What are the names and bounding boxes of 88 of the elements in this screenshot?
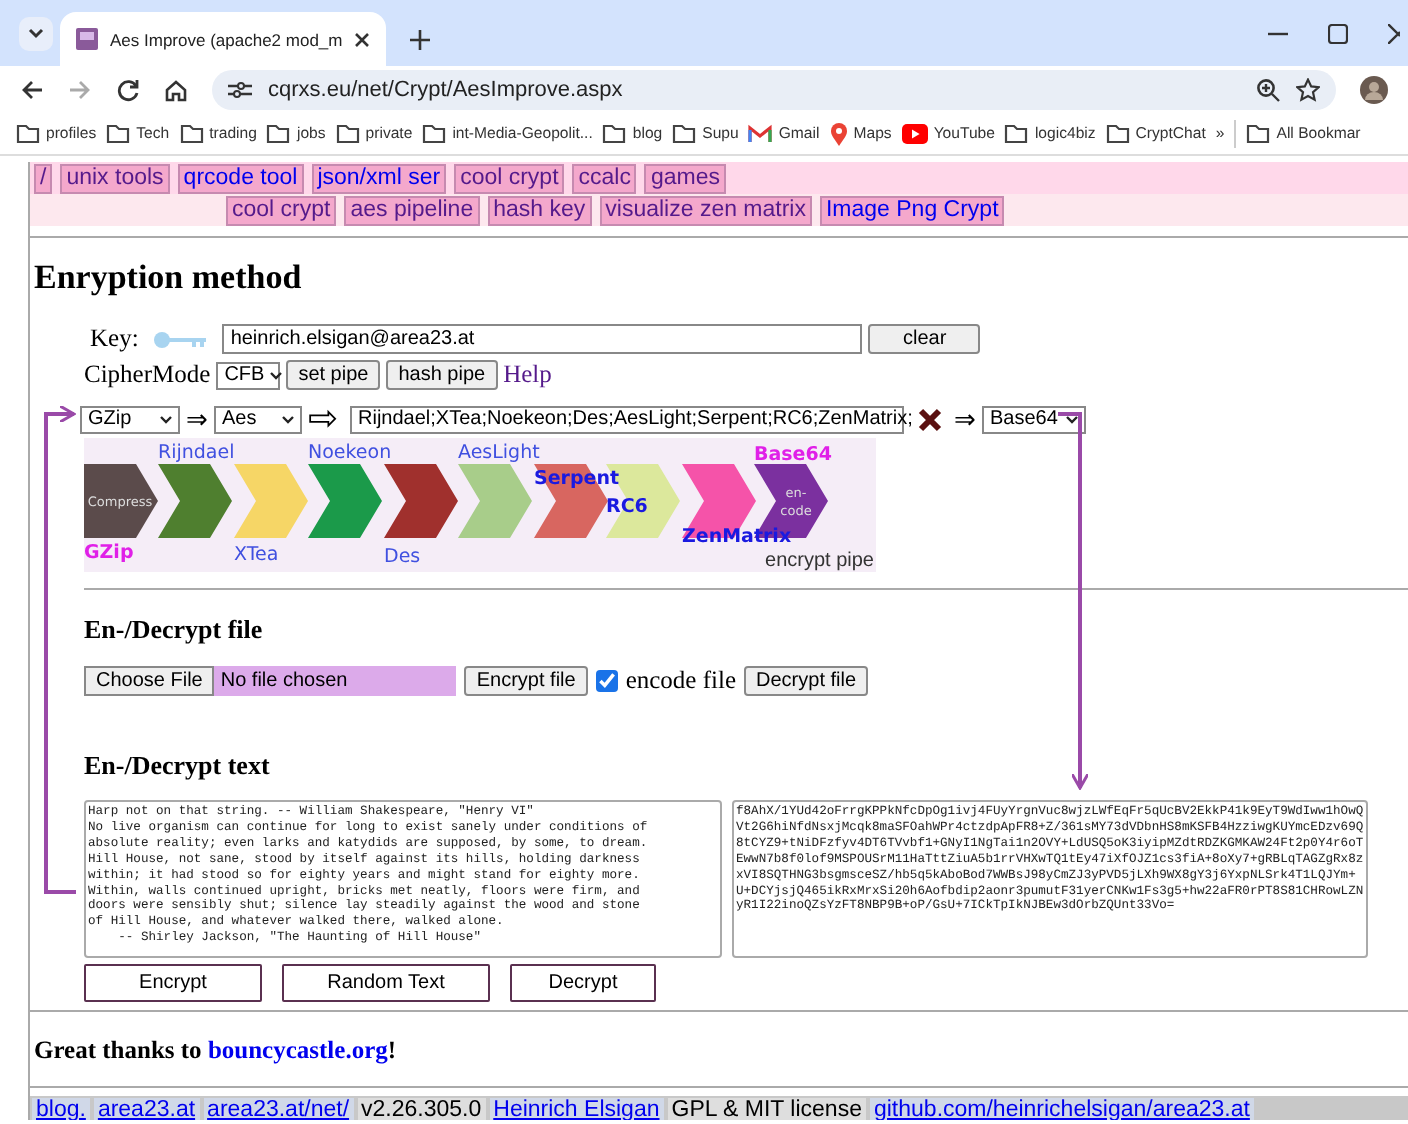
folder-icon [335, 122, 360, 144]
zoom-icon[interactable] [1256, 77, 1280, 101]
folder-icon [1004, 122, 1029, 144]
footer-text: v2.26.305.0 [357, 1098, 486, 1120]
nav-link[interactable]: hash key [487, 195, 592, 225]
nav-link[interactable]: Image Png Crypt [819, 195, 1005, 225]
folder-icon [179, 122, 204, 144]
home-icon[interactable] [164, 77, 188, 101]
stage-label: Noekeon [308, 442, 392, 464]
key-label: Key: [90, 324, 139, 354]
footer-link[interactable]: area23.at/net/ [203, 1098, 354, 1120]
folder-icon [1105, 122, 1130, 144]
bookmark-star-icon[interactable] [1296, 77, 1320, 101]
folder-icon [266, 122, 291, 144]
ciphermode-label: CipherMode [84, 360, 211, 390]
folder-icon [16, 122, 40, 144]
url-text: cqrxs.eu/net/Crypt/AesImprove.aspx [268, 77, 625, 101]
nav-link[interactable]: unix tools [60, 163, 170, 193]
stage-label: Rijndael [158, 442, 235, 464]
output-select[interactable]: Base64 [982, 405, 1086, 433]
remove-icon[interactable] [918, 407, 942, 431]
footer-text: GPL & MIT license [667, 1098, 866, 1120]
encode-file-label: encode file [625, 666, 737, 696]
stage-label: GZip [84, 542, 134, 564]
decrypt-button[interactable]: Decrypt [510, 964, 656, 1002]
tab-title: Aes Improve (apache2 mod_m [110, 29, 343, 49]
key-icon [152, 329, 209, 349]
random-text-button[interactable]: Random Text [282, 964, 490, 1002]
site-settings-icon [228, 79, 252, 99]
file-status: No file chosen [214, 666, 457, 696]
section-heading: Enryption method [34, 258, 304, 298]
nav-link[interactable]: cool crypt [454, 163, 565, 193]
nav-link[interactable]: cool crypt [226, 195, 337, 225]
nav-link[interactable]: qrcode tool [177, 163, 304, 193]
nav-link[interactable]: ccalc [572, 163, 637, 193]
caret-icon [282, 415, 294, 423]
ciphermode-select[interactable]: CFB [216, 361, 281, 389]
tab-list-icon[interactable] [18, 16, 54, 52]
nav-link[interactable]: visualize zen matrix [599, 195, 812, 225]
avatar-icon[interactable] [1360, 75, 1388, 103]
encrypt-button[interactable]: Encrypt [84, 964, 262, 1002]
mail-icon [748, 123, 773, 143]
arrow-symbol: ⇒ [186, 404, 208, 434]
footer-link[interactable]: area23.at [93, 1098, 200, 1120]
folder-icon [422, 122, 447, 144]
section-heading: En-/Decrypt file [84, 614, 265, 646]
bouncycastle-link[interactable]: bouncycastle.org [207, 1036, 388, 1064]
new-tab-icon[interactable] [410, 30, 431, 50]
nav-link[interactable]: aes pipeline [344, 195, 480, 225]
stage-label: Base64 [754, 444, 832, 466]
key-input[interactable]: heinrich.elsigan@area23.at [222, 324, 863, 354]
caret-icon [1066, 415, 1078, 423]
section-heading: En-/Decrypt text [84, 750, 272, 782]
stage-label: XTea [234, 544, 279, 566]
stage-label: Des [384, 546, 421, 568]
reload-icon[interactable] [116, 77, 140, 101]
folder-icon [602, 122, 627, 144]
map-pin-icon [829, 121, 848, 145]
nav-link[interactable]: games [644, 163, 727, 193]
folder-icon [106, 122, 131, 144]
input-select[interactable]: GZip [80, 405, 180, 433]
arrow-symbol: ⇨ [308, 404, 338, 434]
help-link[interactable]: Help [503, 360, 552, 390]
address-bar[interactable]: cqrxs.eu/net/Crypt/AesImprove.aspx [212, 69, 1336, 109]
caret-icon [270, 371, 283, 379]
clear-button[interactable]: clear [868, 324, 981, 354]
choose-file-button[interactable]: Choose File [84, 666, 215, 696]
encode-checkbox[interactable] [595, 670, 618, 692]
thanks-text: Great thanks to bouncycastle.org! [34, 1036, 399, 1068]
folder-icon [1246, 122, 1271, 144]
back-icon[interactable] [20, 77, 44, 101]
pipe-button[interactable]: set pipe [286, 360, 381, 390]
play-icon [901, 123, 928, 143]
nav-link[interactable]: / [34, 163, 53, 193]
stage-label: RC6 [606, 496, 648, 518]
pipeline-caption: encrypt pipe [765, 550, 874, 572]
encrypt-file-button[interactable]: Encrypt file [464, 666, 588, 696]
folder-icon [672, 122, 697, 144]
favicon-icon [76, 28, 98, 50]
nav-link[interactable]: json/xml ser [311, 163, 447, 193]
maximize-icon[interactable] [1328, 23, 1348, 43]
arrow-symbol: ⇒ [954, 404, 976, 434]
pipe-button[interactable]: hash pipe [386, 360, 498, 390]
cipher-select[interactable]: Aes [214, 405, 302, 433]
browser-tab[interactable]: Aes Improve (apache2 mod_m [60, 12, 387, 66]
stage-label: AesLight [458, 442, 540, 464]
decrypt-file-button[interactable]: Decrypt file [744, 666, 869, 696]
caret-icon [160, 415, 172, 423]
